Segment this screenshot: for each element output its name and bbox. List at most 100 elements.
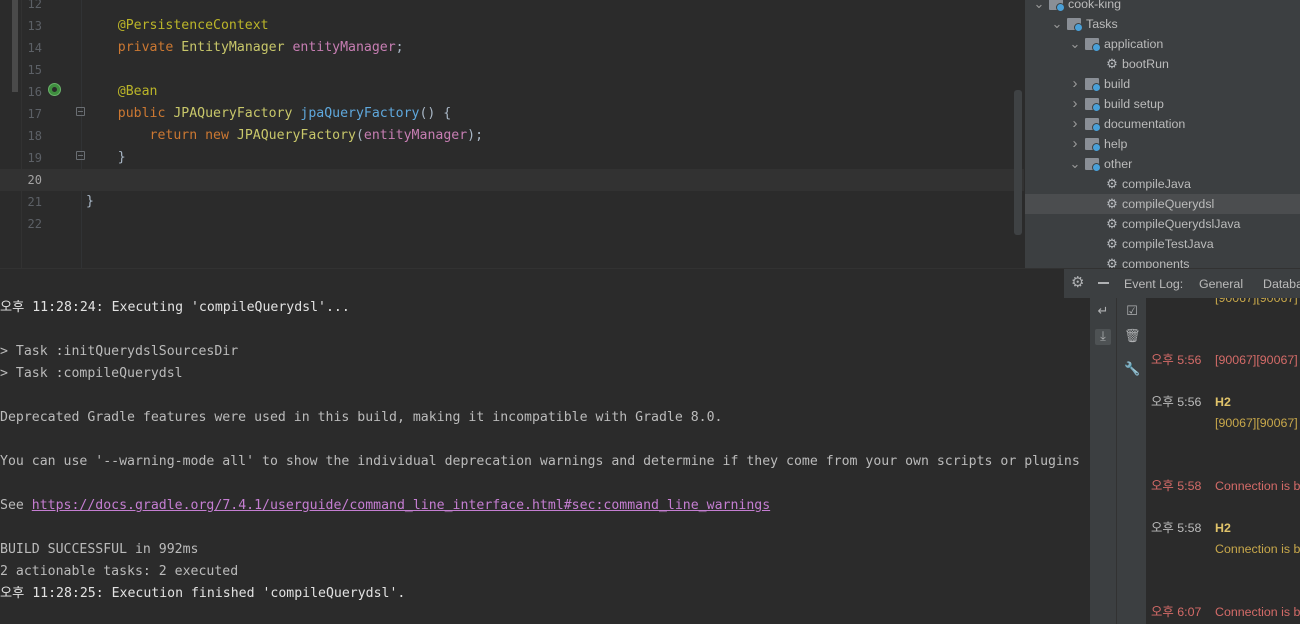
wrench-icon[interactable]: 🔧 bbox=[1124, 362, 1140, 378]
event-message[interactable]: [90067][90067] bbox=[1215, 298, 1298, 308]
tree-item[interactable]: ⌄ other bbox=[1025, 154, 1300, 174]
code-token: } bbox=[86, 194, 94, 209]
folder-icon bbox=[1085, 78, 1101, 92]
code-text: } bbox=[86, 191, 94, 213]
event-time: 오후 6:07 bbox=[1151, 605, 1202, 619]
tab-database[interactable]: Databa bbox=[1263, 269, 1300, 299]
code-line[interactable]: 13 @PersistenceContext bbox=[0, 15, 1024, 37]
console-toolbar: ↵ ⤓ bbox=[1090, 298, 1116, 624]
code-token: entityManager bbox=[292, 40, 396, 55]
code-token: private bbox=[117, 40, 182, 55]
gradle-tool-window: ⌄ cook-king ⌄ Tasks ⌄ application ⚙ bootRun › bui… bbox=[1024, 0, 1300, 268]
chevron-down-icon[interactable]: ⌄ bbox=[1051, 14, 1063, 34]
gear-icon[interactable]: ⚙ bbox=[1071, 273, 1084, 291]
code-line[interactable]: 21} bbox=[0, 191, 1024, 213]
code-text: @Bean bbox=[86, 81, 158, 103]
event-time: 오후 5:56 bbox=[1151, 395, 1202, 409]
console-line: You can use '--warning-mode all' to show… bbox=[0, 454, 1080, 469]
code-token: EntityManager bbox=[181, 40, 293, 55]
code-line[interactable]: 12 bbox=[0, 0, 1024, 15]
fold-marker-icon[interactable] bbox=[76, 107, 85, 116]
folder-icon bbox=[1085, 118, 1101, 132]
console-line: > Task :initQuerydslSourcesDir bbox=[0, 344, 239, 359]
code-line[interactable]: 14 private EntityManager entityManager; bbox=[0, 37, 1024, 59]
fold-marker-icon[interactable] bbox=[76, 151, 85, 160]
tree-item[interactable]: ⚙ compileQuerydsl bbox=[1025, 194, 1300, 214]
code-token: @Bean bbox=[117, 84, 158, 99]
code-line[interactable]: 17 public JPAQueryFactory jpaQueryFactor… bbox=[0, 103, 1024, 125]
code-token: public bbox=[117, 106, 174, 121]
chevron-right-icon[interactable]: › bbox=[1069, 94, 1081, 114]
tree-item-label: build setup bbox=[1104, 97, 1164, 111]
chevron-down-icon[interactable]: ⌄ bbox=[1033, 0, 1045, 14]
tree-item[interactable]: ⌄ cook-king bbox=[1025, 0, 1300, 14]
tool-window-header: ⚙ Event Log: General Databa bbox=[0, 268, 1300, 299]
code-token: @PersistenceContext bbox=[117, 18, 269, 33]
line-number: 22 bbox=[27, 217, 42, 231]
tree-item-label: application bbox=[1104, 37, 1164, 51]
event-time: 오후 5:56 bbox=[1151, 353, 1202, 367]
code-token: ; bbox=[395, 40, 404, 55]
chevron-down-icon[interactable]: ⌄ bbox=[1069, 34, 1081, 54]
editor-scrollbar[interactable] bbox=[1014, 90, 1022, 235]
chevron-right-icon[interactable]: › bbox=[1069, 74, 1081, 94]
folder-icon bbox=[1085, 38, 1101, 52]
tree-item[interactable]: ⚙ compileTestJava bbox=[1025, 234, 1300, 254]
soft-wrap-icon[interactable]: ↵ bbox=[1095, 304, 1111, 320]
chevron-right-icon[interactable]: › bbox=[1069, 114, 1081, 134]
tree-item[interactable]: › help bbox=[1025, 134, 1300, 154]
scroll-to-end-icon[interactable]: ⤓ bbox=[1095, 329, 1111, 345]
console-line: Deprecated Gradle features were used in … bbox=[0, 410, 723, 425]
code-editor[interactable]: 12 13 @PersistenceContext 14 private Entit… bbox=[0, 0, 1024, 268]
tree-item[interactable]: › build bbox=[1025, 74, 1300, 94]
chevron-down-icon[interactable]: ⌄ bbox=[1069, 154, 1081, 174]
console-line: 오후 11:28:25: Execution finished 'compile… bbox=[0, 586, 406, 601]
line-number: 18 bbox=[27, 129, 42, 143]
line-number: 16 bbox=[27, 85, 42, 99]
tree-item[interactable]: ⚙ bootRun bbox=[1025, 54, 1300, 74]
event-title: H2 bbox=[1215, 521, 1231, 535]
tree-item[interactable]: › build setup bbox=[1025, 94, 1300, 114]
code-token: JPAQueryFactory bbox=[236, 128, 356, 143]
tree-item-label: help bbox=[1104, 137, 1128, 151]
console-line: > Task :compileQuerydsl bbox=[0, 366, 183, 381]
code-line[interactable]: 16 @Bean bbox=[0, 81, 1024, 103]
mark-all-read-icon[interactable]: ☑ bbox=[1124, 304, 1140, 320]
trash-icon[interactable]: 🗑 bbox=[1124, 329, 1141, 345]
code-line[interactable]: 19 } bbox=[0, 147, 1024, 169]
console-line: See https://docs.gradle.org/7.4.1/usergu… bbox=[0, 498, 771, 513]
tab-general[interactable]: General bbox=[1199, 269, 1243, 299]
tree-item[interactable]: ⌄ application bbox=[1025, 34, 1300, 54]
code-line[interactable]: 22 bbox=[0, 213, 1024, 235]
event-message[interactable]: Connection is b bbox=[1215, 476, 1300, 496]
code-text: return new JPAQueryFactory(entityManager… bbox=[86, 125, 484, 147]
event-log-label: Event Log: bbox=[1124, 277, 1184, 291]
chevron-right-icon[interactable]: › bbox=[1069, 134, 1081, 154]
code-line[interactable]: 15 bbox=[0, 59, 1024, 81]
code-line[interactable]: 20 bbox=[0, 169, 1024, 191]
code-line[interactable]: 18 return new JPAQueryFactory(entityMana… bbox=[0, 125, 1024, 147]
tree-item[interactable]: ⌄ Tasks bbox=[1025, 14, 1300, 34]
tree-item[interactable]: ⚙ components bbox=[1025, 254, 1300, 268]
tree-item[interactable]: ⚙ compileJava bbox=[1025, 174, 1300, 194]
event-log-header: ⚙ Event Log: General Databa bbox=[1064, 269, 1300, 299]
tree-item[interactable]: › documentation bbox=[1025, 114, 1300, 134]
event-message[interactable]: Connection is b bbox=[1215, 602, 1300, 622]
gear-icon: ⚙ bbox=[1106, 256, 1118, 268]
minimize-icon[interactable] bbox=[1098, 282, 1109, 284]
event-message[interactable]: [90067][90067] bbox=[1215, 413, 1298, 433]
spring-bean-icon[interactable] bbox=[48, 83, 61, 96]
docs-link[interactable]: https://docs.gradle.org/7.4.1/userguide/… bbox=[32, 498, 770, 513]
tree-item-label: documentation bbox=[1104, 117, 1186, 131]
event-message[interactable]: Connection is b bbox=[1215, 539, 1300, 559]
tree-item[interactable]: ⚙ compileQuerydslJava bbox=[1025, 214, 1300, 234]
line-number: 20 bbox=[27, 173, 42, 187]
code-text: public JPAQueryFactory jpaQueryFactory()… bbox=[86, 103, 451, 125]
run-console[interactable]: 오후 11:28:24: Executing 'compileQuerydsl'… bbox=[0, 298, 1090, 624]
line-number: 17 bbox=[27, 107, 42, 121]
tree-item-label: cook-king bbox=[1068, 0, 1122, 11]
event-message[interactable]: [90067][90067] bbox=[1215, 350, 1298, 370]
code-token: jpaQueryFactory bbox=[300, 106, 420, 121]
gear-icon: ⚙ bbox=[1106, 196, 1118, 211]
